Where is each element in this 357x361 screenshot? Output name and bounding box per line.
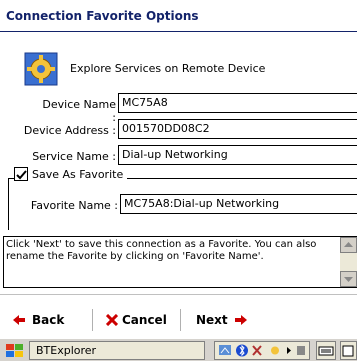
command-toolbar: Back Cancel Next bbox=[0, 294, 357, 338]
help-text: Click 'Next' to save this connection as … bbox=[6, 239, 317, 262]
system-tray bbox=[214, 341, 310, 360]
page-title: Connection Favorite Options bbox=[6, 9, 199, 23]
close-icon bbox=[106, 314, 118, 326]
save-favorite-checkbox[interactable]: Save As Favorite bbox=[14, 167, 128, 181]
favorite-name-field[interactable]: MC75A8:Dial-up Networking bbox=[120, 194, 357, 214]
favorite-name-label[interactable]: Favorite Name : bbox=[14, 199, 118, 212]
header: Connection Favorite Options bbox=[0, 0, 357, 32]
signal-icon[interactable] bbox=[252, 345, 262, 356]
arrow-left-icon bbox=[13, 315, 25, 325]
task-btexplorer[interactable]: BTExplorer bbox=[29, 341, 205, 360]
back-label: Back bbox=[32, 313, 65, 327]
checkbox-box[interactable] bbox=[14, 167, 28, 181]
scroll-down-button[interactable] bbox=[340, 271, 357, 287]
gear-explore-icon bbox=[24, 52, 58, 86]
tray-icons bbox=[219, 344, 305, 357]
network-icon[interactable] bbox=[219, 345, 231, 355]
keyboard-button[interactable] bbox=[316, 341, 336, 360]
toolbar-separator bbox=[92, 309, 93, 331]
next-button[interactable]: Next bbox=[196, 313, 248, 327]
toolbar-separator bbox=[180, 309, 181, 331]
device-name-field[interactable]: MC75A8 bbox=[118, 93, 357, 113]
device-address-field[interactable]: 001570DD08C2 bbox=[118, 119, 357, 139]
arrow-right-icon bbox=[234, 315, 247, 325]
battery-icon[interactable] bbox=[271, 346, 279, 355]
scroll-track[interactable] bbox=[340, 253, 357, 271]
keyboard-icon bbox=[318, 346, 334, 356]
scroll-up-button[interactable] bbox=[340, 237, 357, 253]
help-text-box: Click 'Next' to save this connection as … bbox=[3, 236, 357, 288]
start-button[interactable] bbox=[4, 342, 26, 360]
next-label: Next bbox=[196, 313, 228, 327]
service-name-field[interactable]: Dial-up Networking bbox=[118, 145, 357, 165]
device-name-label: Device Name : bbox=[42, 98, 116, 124]
back-button[interactable]: Back bbox=[12, 313, 64, 327]
input-panel-button[interactable] bbox=[340, 341, 357, 360]
bluetooth-icon[interactable] bbox=[236, 344, 248, 357]
windows-flag-icon bbox=[6, 344, 23, 357]
arrow-down-icon bbox=[344, 277, 353, 282]
device-address-label: Device Address : bbox=[23, 124, 116, 137]
volume-icon[interactable] bbox=[297, 346, 305, 355]
cancel-button[interactable]: Cancel bbox=[106, 313, 167, 327]
input-panel-icon bbox=[342, 345, 354, 357]
service-name-label: Service Name : bbox=[32, 150, 116, 163]
header-divider bbox=[0, 31, 357, 32]
taskbar: BTExplorer bbox=[0, 338, 357, 361]
arrow-up-icon bbox=[344, 242, 353, 247]
expand-tray-icon[interactable] bbox=[287, 347, 291, 354]
check-icon bbox=[16, 170, 27, 180]
save-favorite-label: Save As Favorite bbox=[32, 167, 124, 181]
cancel-label: Cancel bbox=[122, 313, 167, 327]
section-title: Explore Services on Remote Device bbox=[70, 62, 266, 75]
